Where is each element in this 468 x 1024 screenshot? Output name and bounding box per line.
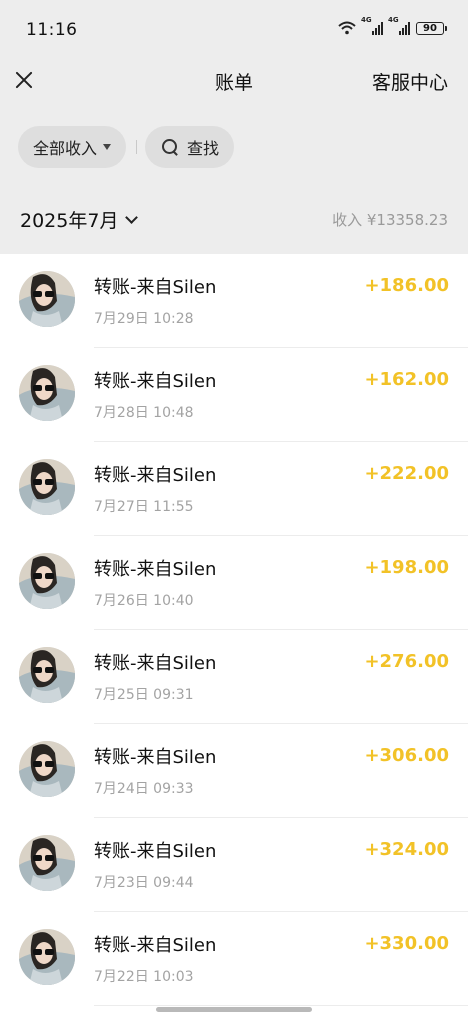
income-total: 收入 ¥13358.23 [332,211,448,229]
avatar [19,271,75,327]
transaction-amount: +222.00 [364,463,449,484]
transaction-title: 转账-来自Silen [94,747,217,768]
income-filter-label: 全部收入 [33,139,98,158]
status-time: 11:16 [26,20,78,40]
transaction-list: 转账-来自Silen 7月29日 10:28 +186.00 转账-来自Silen 7月… [0,254,468,1006]
list-item[interactable]: 转账-来自Silen 7月26日 10:40 +198.00 [0,536,468,630]
list-item[interactable]: 转账-来自Silen 7月28日 10:48 +162.00 [0,348,468,442]
cell-signal-icon: 4G [361,16,383,35]
transaction-amount: +198.00 [364,557,449,578]
transaction-date: 7月23日 09:44 [94,875,194,891]
search-icon [161,138,179,156]
avatar-photo [19,647,75,703]
list-item[interactable]: 转账-来自Silen 7月24日 09:33 +306.00 [0,724,468,818]
bill-screen: 11:16 4G 4G 90 账单 客服中心 全部收入 查找 2025年7月 收… [0,0,468,1024]
avatar-photo [19,929,75,985]
transaction-amount: +324.00 [364,839,449,860]
search-label: 查找 [187,139,220,158]
status-bar: 11:16 4G 4G 90 [0,0,468,60]
transaction-amount: +162.00 [364,369,449,390]
avatar [19,553,75,609]
avatar-photo [19,459,75,515]
transaction-date: 7月28日 10:48 [94,405,194,421]
list-item[interactable]: 转账-来自Silen 7月22日 10:03 +330.00 [0,912,468,1006]
transaction-date: 7月27日 11:55 [94,499,194,515]
transaction-title: 转账-来自Silen [94,371,217,392]
month-label: 2025年7月 [20,210,119,232]
avatar [19,647,75,703]
list-item[interactable]: 转账-来自Silen 7月25日 09:31 +276.00 [0,630,468,724]
customer-service-link[interactable]: 客服中心 [372,68,448,95]
header: 账单 客服中心 [0,60,468,108]
transaction-title: 转账-来自Silen [94,277,217,298]
transaction-title: 转账-来自Silen [94,559,217,580]
transaction-title: 转账-来自Silen [94,841,217,862]
filter-divider [136,140,137,154]
avatar [19,835,75,891]
chevron-down-icon [125,210,139,224]
avatar-photo [19,365,75,421]
avatar [19,459,75,515]
transaction-amount: +186.00 [364,275,449,296]
filter-bar: 全部收入 查找 [0,108,468,188]
home-indicator[interactable] [156,1007,312,1012]
transaction-date: 7月22日 10:03 [94,969,194,985]
close-icon[interactable] [12,68,36,92]
avatar-photo [19,271,75,327]
status-icons: 4G 4G 90 [338,16,447,35]
transaction-date: 7月25日 09:31 [94,687,194,703]
avatar-photo [19,835,75,891]
transaction-amount: +306.00 [364,745,449,766]
avatar [19,929,75,985]
transaction-title: 转账-来自Silen [94,935,217,956]
transaction-amount: +330.00 [364,933,449,954]
list-item[interactable]: 转账-来自Silen 7月23日 09:44 +324.00 [0,818,468,912]
battery-icon: 90 [416,21,447,35]
transaction-title: 转账-来自Silen [94,465,217,486]
month-summary: 2025年7月 收入 ¥13358.23 [0,188,468,254]
avatar-photo [19,553,75,609]
avatar-photo [19,741,75,797]
search-button[interactable]: 查找 [145,126,234,168]
transaction-date: 7月26日 10:40 [94,593,194,609]
list-item[interactable]: 转账-来自Silen 7月27日 11:55 +222.00 [0,442,468,536]
list-item[interactable]: 转账-来自Silen 7月29日 10:28 +186.00 [0,254,468,348]
row-divider [94,1005,468,1006]
avatar [19,365,75,421]
cell-signal-icon: 4G [388,16,410,35]
avatar [19,741,75,797]
caret-down-icon [103,144,112,150]
transaction-date: 7月24日 09:33 [94,781,194,797]
income-filter-dropdown[interactable]: 全部收入 [18,126,126,168]
transaction-title: 转账-来自Silen [94,653,217,674]
month-selector[interactable]: 2025年7月 [20,206,139,233]
wifi-icon [338,21,356,35]
transaction-date: 7月29日 10:28 [94,311,194,327]
transaction-amount: +276.00 [364,651,449,672]
